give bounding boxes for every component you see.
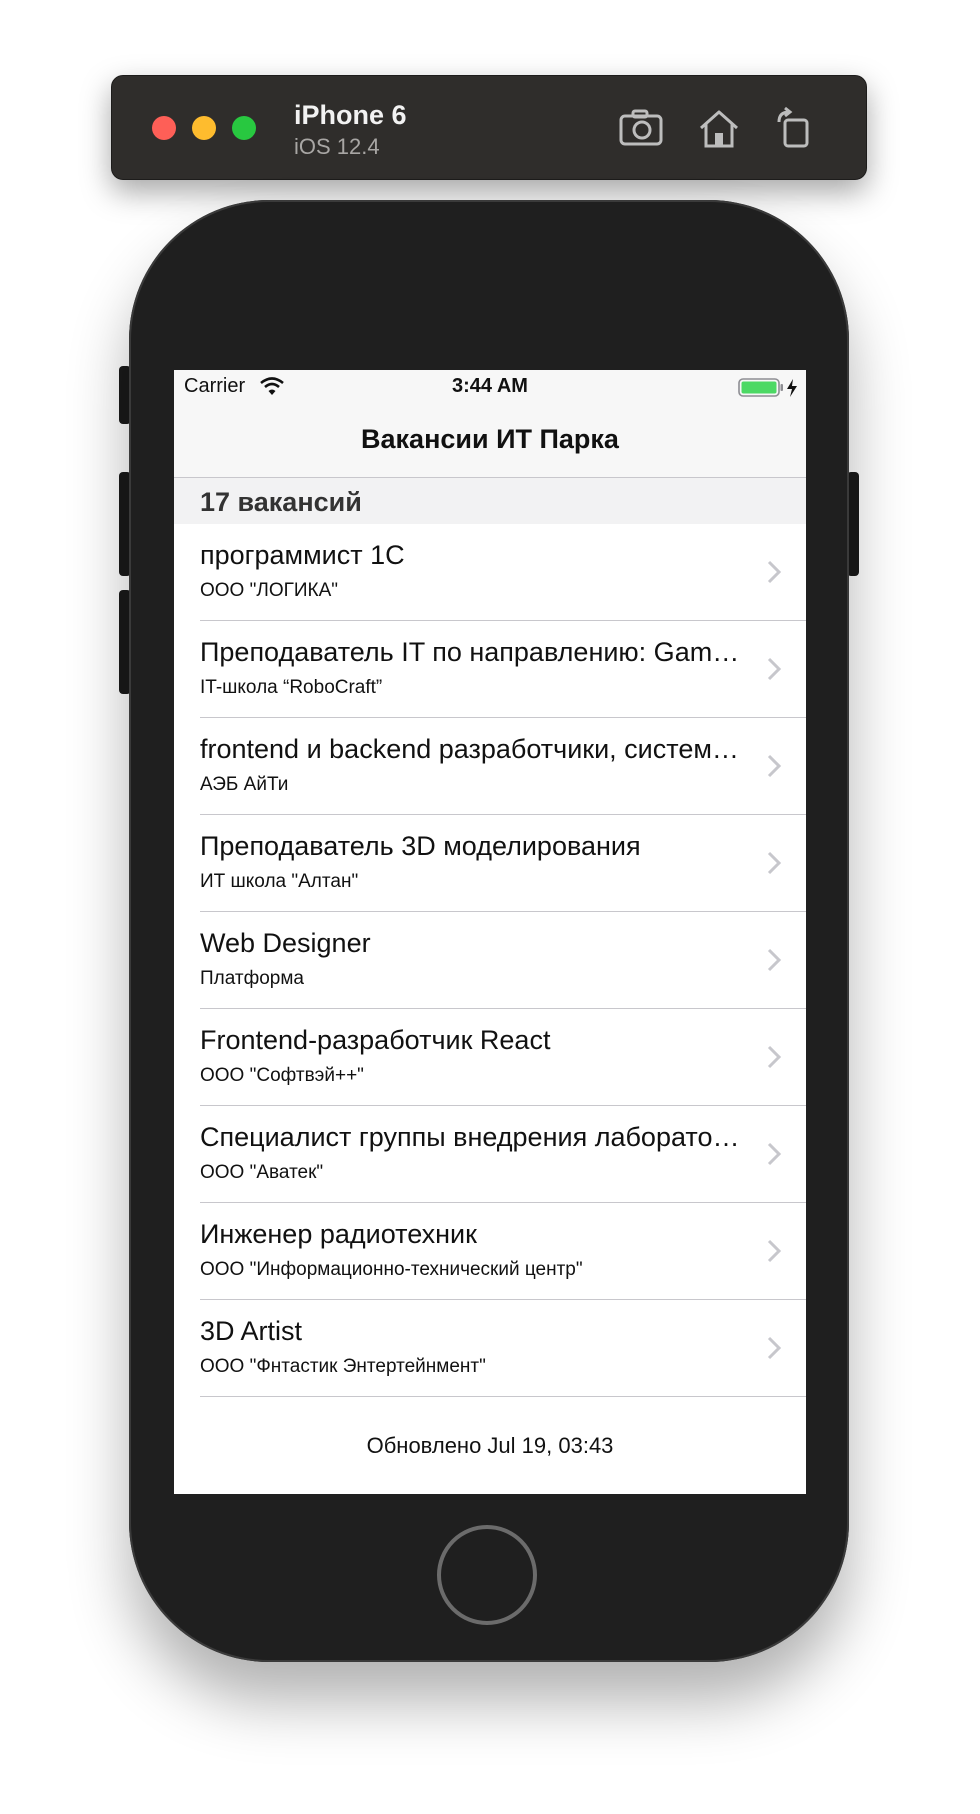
os-version: iOS 12.4 <box>294 134 380 159</box>
company-name: ООО "Фнтастик Энтертейнмент" <box>200 1356 486 1377</box>
vacancy-title: Frontend-разработчик React <box>200 1025 551 1055</box>
home-icon[interactable] <box>695 104 743 152</box>
device-name: iPhone 6 <box>294 100 407 130</box>
navigation-bar: Вакансии ИТ Парка <box>174 404 806 478</box>
list-item[interactable]: программист 1С ООО "ЛОГИКА" <box>174 524 806 621</box>
list-item[interactable]: Специалист группы внедрения лабораторных… <box>174 1106 806 1203</box>
list-item[interactable]: Преподаватель IT по направлению: Game De… <box>174 621 806 718</box>
company-name: ООО "Аватек" <box>200 1162 324 1183</box>
company-name: ИТ школа "Алтан" <box>200 871 359 892</box>
company-name: ООО "ЛОГИКА" <box>200 580 339 601</box>
vacancy-title: программист 1С <box>200 540 405 570</box>
company-name: ООО "Софтвэй++" <box>200 1065 364 1086</box>
chevron-right-icon <box>767 754 782 778</box>
vacancy-title: Web Designer <box>200 928 371 958</box>
close-window-button[interactable] <box>152 116 176 140</box>
vacancy-title: 3D Artist <box>200 1316 303 1346</box>
company-name: IT-школа “RoboCraft” <box>200 677 383 698</box>
battery-icon <box>738 378 802 398</box>
minimize-window-button[interactable] <box>192 116 216 140</box>
simulator-title-bar: iPhone 6 iOS 12.4 <box>111 75 867 180</box>
vacancy-title: Преподаватель 3D моделирования <box>200 831 641 861</box>
page-title: Вакансии ИТ Парка <box>361 424 619 454</box>
vacancy-title: Инженер радиотехник <box>200 1219 477 1249</box>
chevron-right-icon <box>767 1239 782 1263</box>
home-button[interactable] <box>437 1525 537 1625</box>
chevron-right-icon <box>767 948 782 972</box>
list-item[interactable]: 3D Artist ООО "Фнтастик Энтертейнмент" <box>174 1300 806 1397</box>
chevron-right-icon <box>767 1336 782 1360</box>
status-bar: Carrier 3:44 AM <box>174 370 806 404</box>
screenshot-icon[interactable] <box>617 104 665 152</box>
list-item[interactable]: Инженер радиотехник ООО "Информационно-т… <box>174 1203 806 1300</box>
vacancy-list: программист 1С ООО "ЛОГИКА" Преподавател… <box>174 524 806 1397</box>
vacancy-count: 17 вакансий <box>200 487 362 517</box>
status-time: 3:44 AM <box>452 375 528 397</box>
zoom-window-button[interactable] <box>232 116 256 140</box>
company-name: АЭБ АйТи <box>200 774 289 795</box>
chevron-right-icon <box>767 1142 782 1166</box>
device-screen: Carrier 3:44 AM Вакансии ИТ Парка 17 вак… <box>174 370 806 1494</box>
list-item[interactable]: frontend и backend разработчики, системн… <box>174 718 806 815</box>
section-header: 17 вакансий <box>174 478 806 524</box>
vacancy-title: frontend и backend разработчики, системн… <box>200 734 750 764</box>
rotate-icon[interactable] <box>769 104 817 152</box>
list-item[interactable]: Web Designer Платформа <box>174 912 806 1009</box>
vacancy-title: Преподаватель IT по направлению: Game De… <box>200 637 750 667</box>
list-item[interactable]: Преподаватель 3D моделирования ИТ школа … <box>174 815 806 912</box>
company-name: ООО "Информационно-технический центр" <box>200 1259 583 1280</box>
company-name: Платформа <box>200 968 304 989</box>
chevron-right-icon <box>767 851 782 875</box>
chevron-right-icon <box>767 560 782 584</box>
chevron-right-icon <box>767 657 782 681</box>
chevron-right-icon <box>767 1045 782 1069</box>
vacancy-title: Специалист группы внедрения лабораторных… <box>200 1122 750 1152</box>
list-item[interactable]: Frontend-разработчик React ООО "Софтвэй+… <box>174 1009 806 1106</box>
last-updated-label: Обновлено Jul 19, 03:43 <box>366 1433 614 1458</box>
